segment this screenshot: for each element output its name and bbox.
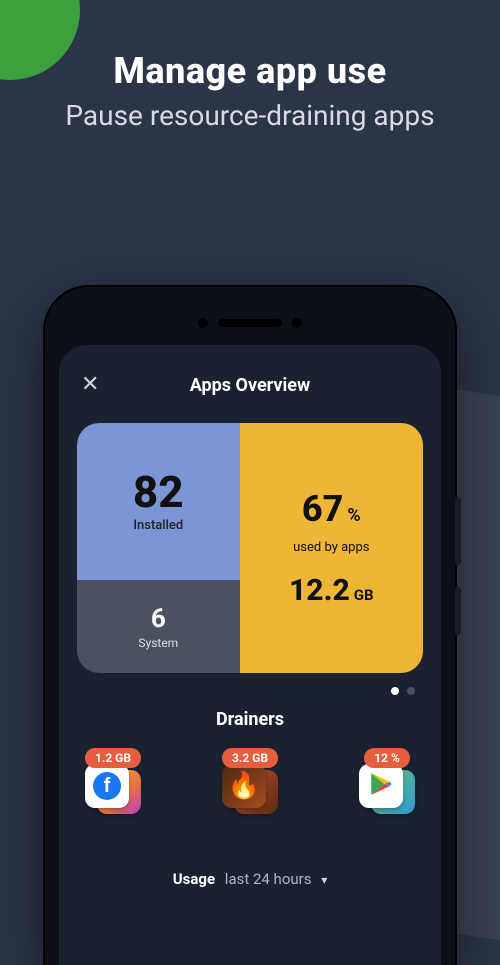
- phone-side-button: [455, 587, 461, 635]
- usage-period: last 24 hours: [225, 870, 312, 888]
- drainer-badge: 12 %: [364, 748, 410, 768]
- pager-dot[interactable]: [407, 687, 415, 695]
- drainer-item[interactable]: 3.2 GB 🔥: [220, 748, 280, 814]
- screen-header: ✕ Apps Overview: [77, 365, 423, 405]
- stats-card[interactable]: 82 Installed 6 System 67 % used by apps: [77, 423, 423, 673]
- hero-subtitle: Pause resource-draining apps: [20, 98, 480, 133]
- usage-filter[interactable]: Usage last 24 hours ▾: [77, 870, 423, 888]
- installed-count: 82: [133, 470, 184, 514]
- hero-title: Manage app use: [20, 50, 480, 92]
- system-tile[interactable]: 6 System: [77, 580, 240, 673]
- installed-label: Installed: [133, 518, 183, 533]
- installed-tile[interactable]: 82 Installed: [77, 423, 240, 580]
- drainer-item[interactable]: 1.2 GB f: [83, 748, 143, 814]
- system-count: 6: [151, 604, 166, 634]
- hero-section: Manage app use Pause resource-draining a…: [0, 0, 500, 133]
- flame-icon: 🔥: [228, 771, 260, 801]
- pager-dots[interactable]: [77, 673, 423, 703]
- drainer-item[interactable]: 12 %: [357, 748, 417, 814]
- drainer-badge: 1.2 GB: [85, 748, 141, 768]
- drainer-badge: 3.2 GB: [222, 748, 278, 768]
- phone-notch: [59, 301, 441, 345]
- drainers-row: 1.2 GB f 3.2 GB 🔥: [77, 748, 423, 814]
- screen-title: Apps Overview: [190, 375, 310, 396]
- game-icon: 🔥: [222, 764, 266, 808]
- phone-mockup: ✕ Apps Overview 82 Installed 6 System: [45, 287, 455, 965]
- close-button[interactable]: ✕: [81, 374, 99, 396]
- system-label: System: [138, 636, 178, 650]
- play-store-icon: [359, 764, 403, 808]
- percent-sign: %: [347, 505, 360, 526]
- pager-dot-active[interactable]: [391, 687, 399, 695]
- app-screen: ✕ Apps Overview 82 Installed 6 System: [59, 345, 441, 965]
- chevron-down-icon: ▾: [321, 873, 327, 887]
- usage-size-unit: GB: [354, 586, 374, 604]
- phone-side-button: [455, 497, 461, 565]
- usage-used-label: used by apps: [293, 540, 369, 555]
- usage-tile[interactable]: 67 % used by apps 12.2 GB: [240, 423, 423, 673]
- facebook-icon: f: [85, 764, 129, 808]
- drainers-title: Drainers: [77, 709, 423, 730]
- usage-percent: 67: [302, 488, 344, 530]
- usage-label: Usage: [173, 870, 215, 888]
- usage-size: 12.2: [289, 573, 350, 608]
